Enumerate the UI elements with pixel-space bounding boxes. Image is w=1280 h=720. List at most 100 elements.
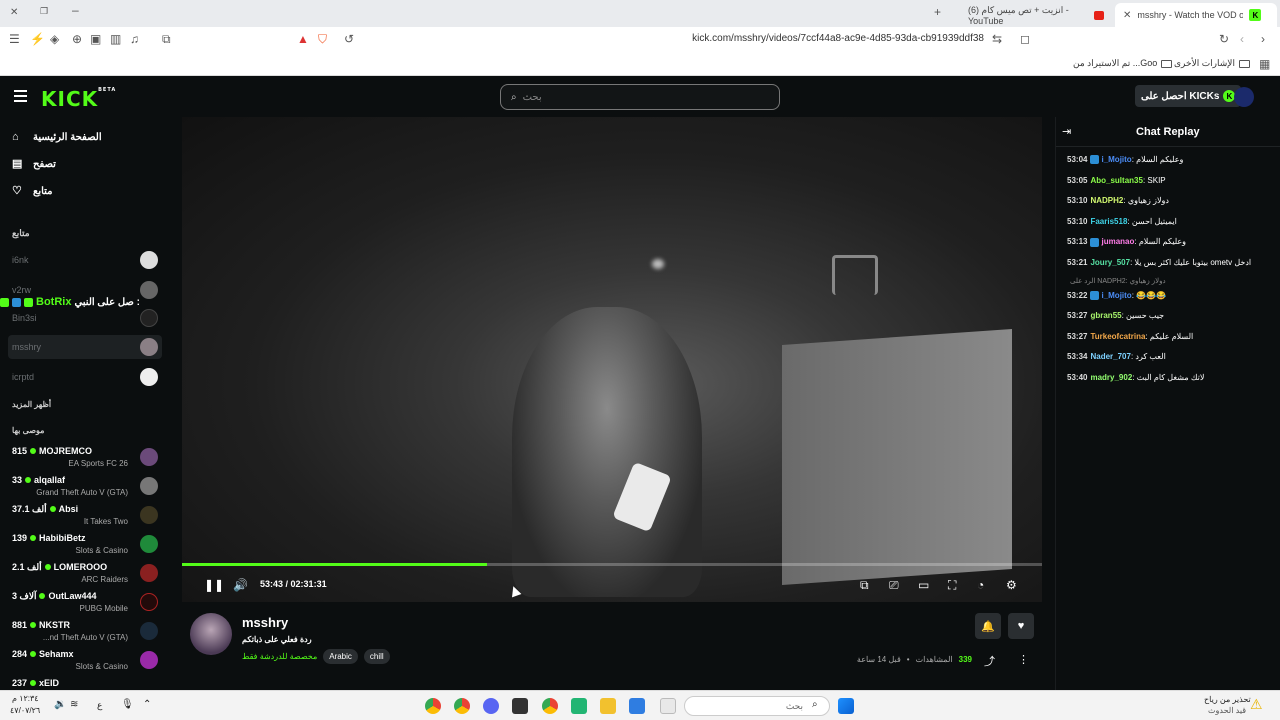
hamburger-menu-icon[interactable] bbox=[14, 90, 27, 105]
chat-username[interactable]: Abo_sultan35 bbox=[1090, 176, 1142, 185]
volume-icon[interactable]: 🔊 bbox=[233, 578, 248, 592]
chat-username[interactable]: Turkeofcatrina bbox=[1090, 332, 1145, 341]
live-dot-icon bbox=[30, 622, 37, 628]
chat-username[interactable]: NADPH2 bbox=[1090, 196, 1123, 205]
app-icon[interactable] bbox=[571, 698, 587, 714]
chat-username[interactable]: i_Mojito bbox=[1101, 291, 1131, 300]
get-kicks-button[interactable]: احصل على KICKs K bbox=[1135, 85, 1242, 107]
screenshot-icon[interactable]: ⧉ bbox=[162, 32, 171, 47]
taskbar-search-input[interactable]: بحث bbox=[684, 696, 830, 716]
tab-kick[interactable]: ✕ msshry - Watch the VOD on Kick K bbox=[1115, 3, 1277, 27]
notification-bell-button[interactable]: 🔔 bbox=[975, 613, 1001, 639]
following-item-icrptd[interactable]: icrptd bbox=[8, 365, 162, 389]
chat-username[interactable]: Nader_707 bbox=[1090, 352, 1130, 361]
chrome-icon[interactable] bbox=[425, 698, 441, 714]
reload-icon[interactable]: ↻ bbox=[1219, 32, 1229, 46]
bookmark-other[interactable]: الإشارات الأخرى bbox=[1174, 58, 1250, 69]
address-bar[interactable]: kick.com/msshry/videos/7ccf44a8-ac9e-4d8… bbox=[692, 33, 984, 44]
file-explorer-icon[interactable] bbox=[600, 698, 616, 714]
streamer-name[interactable]: msshry bbox=[242, 615, 288, 630]
sidebar-icon[interactable]: ▥ bbox=[110, 32, 121, 46]
menu-icon[interactable]: ☰ bbox=[9, 32, 20, 46]
bookmark-icon[interactable]: ◻ bbox=[1020, 32, 1030, 46]
channel-category: EA Sports FC 26 bbox=[68, 459, 128, 468]
warning-icon[interactable]: ▲ bbox=[297, 32, 309, 46]
restore-window-icon[interactable]: ❐ bbox=[40, 6, 48, 17]
nav-browse[interactable]: ▤ تصفح bbox=[12, 159, 56, 171]
pause-icon[interactable]: ❚❚ bbox=[204, 578, 224, 592]
apps-grid-icon[interactable]: ▦ bbox=[1259, 57, 1270, 71]
viewer-count: 237 bbox=[12, 678, 28, 688]
video-player[interactable]: ❚❚ 🔊 53:43 / 02:31:31 ⧉ ⎚ ▭ ⛶ ◔ ⚙ bbox=[182, 117, 1042, 602]
pip-icon[interactable]: ⧉ bbox=[860, 578, 869, 593]
weather-title[interactable]: تحذير من رياح bbox=[1204, 695, 1251, 704]
fullscreen-icon[interactable]: ⛶ bbox=[948, 578, 956, 593]
app-icon[interactable] bbox=[512, 698, 528, 714]
forward-icon[interactable]: ‹ bbox=[1240, 32, 1244, 46]
discord-icon[interactable] bbox=[483, 698, 499, 714]
seek-bar[interactable] bbox=[182, 563, 1042, 566]
close-window-icon[interactable]: ✕ bbox=[10, 7, 18, 18]
tag-chill[interactable]: chill bbox=[363, 649, 390, 664]
kick-logo[interactable]: KICKBETA bbox=[41, 87, 116, 111]
nav-home[interactable]: ⌂ الصفحة الرئيسية bbox=[12, 132, 102, 144]
back-icon[interactable]: › bbox=[1261, 32, 1265, 46]
streamer-avatar[interactable] bbox=[190, 613, 232, 655]
following-item-i6nk[interactable]: i6nk bbox=[8, 248, 162, 272]
minimize-window-icon[interactable]: – bbox=[72, 3, 79, 17]
settings-gear-icon[interactable]: ⚙ bbox=[1006, 578, 1017, 592]
new-tab-icon[interactable]: + bbox=[934, 5, 941, 19]
clock-time[interactable]: ١٢:٣٤ م bbox=[12, 694, 39, 703]
recommended-item[interactable]: 881 NKSTR ...nd Theft Auto V (GTA) bbox=[10, 618, 160, 646]
chat-username[interactable]: Faaris518 bbox=[1090, 217, 1127, 226]
task-view-icon[interactable] bbox=[660, 698, 676, 714]
follow-heart-button[interactable]: ♥ bbox=[1008, 613, 1034, 639]
search-input[interactable]: ⌕ بحث bbox=[500, 84, 780, 110]
weather-warning-icon[interactable]: ⚠ bbox=[1250, 696, 1263, 713]
nav-following[interactable]: ♡ متابع bbox=[12, 186, 53, 198]
chrome-icon[interactable] bbox=[542, 698, 558, 714]
tray-chevron-icon[interactable]: ⌃ bbox=[143, 699, 151, 710]
tab-youtube[interactable]: (6) انزيت + تص ميس كام - YouTube bbox=[960, 3, 1112, 27]
chrome-icon[interactable] bbox=[454, 698, 470, 714]
microphone-icon[interactable]: 🎙 bbox=[121, 699, 134, 710]
share-url-icon[interactable]: ↺ bbox=[344, 32, 354, 46]
recommended-item[interactable]: 139 HabibiBetz Slots & Casino bbox=[10, 531, 160, 559]
site-settings-icon[interactable]: ⇆ bbox=[992, 32, 1002, 46]
chat-username[interactable]: gbran55 bbox=[1090, 311, 1121, 320]
extensions-icon[interactable]: ⚡ bbox=[30, 32, 45, 46]
share-icon[interactable]: ⤴ bbox=[984, 653, 995, 669]
wifi-icon[interactable]: ≋ bbox=[70, 699, 78, 710]
shield-icon[interactable]: ◈ bbox=[50, 32, 59, 46]
collapse-chat-icon[interactable]: ⇥ bbox=[1062, 125, 1071, 138]
chat-username[interactable]: jumanao bbox=[1101, 237, 1134, 246]
recommended-item[interactable]: 237 xEID bbox=[10, 676, 160, 690]
recommended-item[interactable]: 815 MOJREMCO EA Sports FC 26 bbox=[10, 444, 160, 472]
brave-shield-icon[interactable]: ⛉ bbox=[318, 32, 327, 47]
recommended-item[interactable]: 3 آلاف OutLaw444 PUBG Mobile bbox=[10, 589, 160, 617]
chat-username[interactable]: Joury_507 bbox=[1090, 258, 1130, 267]
playback-speed-icon[interactable]: ◔ bbox=[977, 578, 984, 592]
recommended-item[interactable]: 33 alqallaf Grand Theft Auto V (GTA) bbox=[10, 473, 160, 501]
chat-username[interactable]: madry_902 bbox=[1090, 373, 1132, 382]
windows-start-icon[interactable] bbox=[838, 698, 854, 714]
following-item-msshry[interactable]: msshry bbox=[8, 335, 162, 359]
bookmark-imported[interactable]: تم الاستيراد من ...Goo bbox=[1073, 58, 1173, 69]
chat-username[interactable]: i_Mojito bbox=[1101, 155, 1131, 164]
show-more-link[interactable]: أظهر المزيد bbox=[12, 400, 51, 409]
theater-mode-icon[interactable]: ▭ bbox=[918, 578, 929, 592]
more-options-icon[interactable]: ⋮ bbox=[1018, 653, 1029, 666]
close-tab-icon[interactable]: ✕ bbox=[1123, 10, 1131, 21]
music-icon[interactable]: ♫ bbox=[130, 32, 139, 46]
recommended-item[interactable]: 37.1 ألف Absi It Takes Two bbox=[10, 502, 160, 530]
store-icon[interactable] bbox=[629, 698, 645, 714]
recommended-item[interactable]: 2.1 ألف LOMEROOO ARC Raiders bbox=[10, 560, 160, 588]
user-avatar[interactable] bbox=[1234, 87, 1254, 107]
wallet-icon[interactable]: ▣ bbox=[90, 32, 101, 46]
tag-arabic[interactable]: Arabic bbox=[323, 649, 358, 664]
recommended-item[interactable]: 284 Sehamx Slots & Casino bbox=[10, 647, 160, 675]
volume-tray-icon[interactable]: 🔉 bbox=[54, 699, 66, 710]
input-language[interactable]: ع bbox=[97, 700, 102, 711]
clip-icon[interactable]: ⎚ bbox=[889, 578, 899, 593]
vpn-icon[interactable]: ⊕ bbox=[72, 32, 82, 46]
